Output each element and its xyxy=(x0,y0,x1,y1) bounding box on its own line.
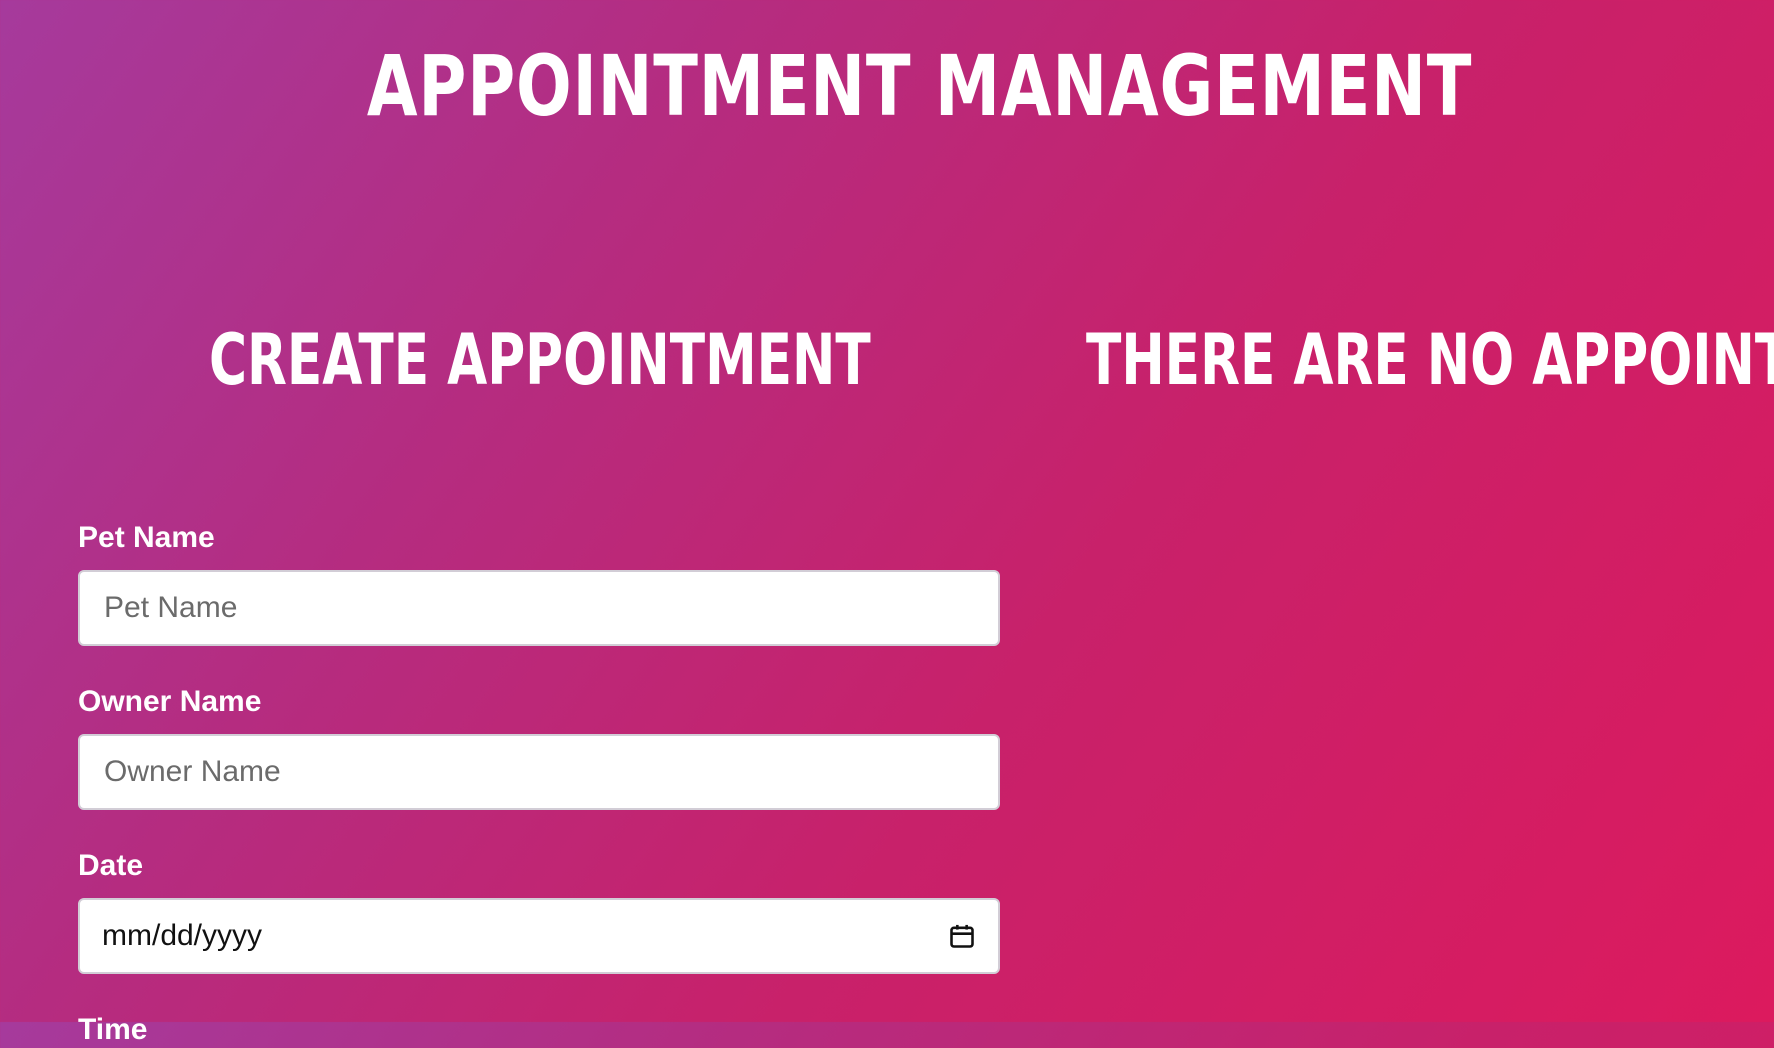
owner-name-label: Owner Name xyxy=(78,685,262,718)
date-label: Date xyxy=(78,849,144,882)
pet-name-label: Pet Name xyxy=(78,521,215,554)
owner-name-field-container xyxy=(78,734,1000,810)
create-appointment-heading: CREATE APPOINTMENT xyxy=(209,319,871,401)
calendar-icon[interactable] xyxy=(948,922,976,950)
date-input-value: mm/dd/yyyy xyxy=(102,919,263,952)
pet-name-input[interactable] xyxy=(102,590,976,626)
no-appointments-message: THERE ARE NO APPOINT xyxy=(1086,319,1774,401)
pet-name-field-container xyxy=(78,570,1000,646)
time-label: Time xyxy=(78,1013,148,1046)
page-title: APPOINTMENT MANAGEMENT xyxy=(366,37,1473,135)
create-appointment-form: Pet Name Owner Name Date mm/dd/yyyy xyxy=(78,520,1000,1012)
owner-name-input[interactable] xyxy=(102,754,976,790)
date-input[interactable]: mm/dd/yyyy xyxy=(78,898,1000,974)
